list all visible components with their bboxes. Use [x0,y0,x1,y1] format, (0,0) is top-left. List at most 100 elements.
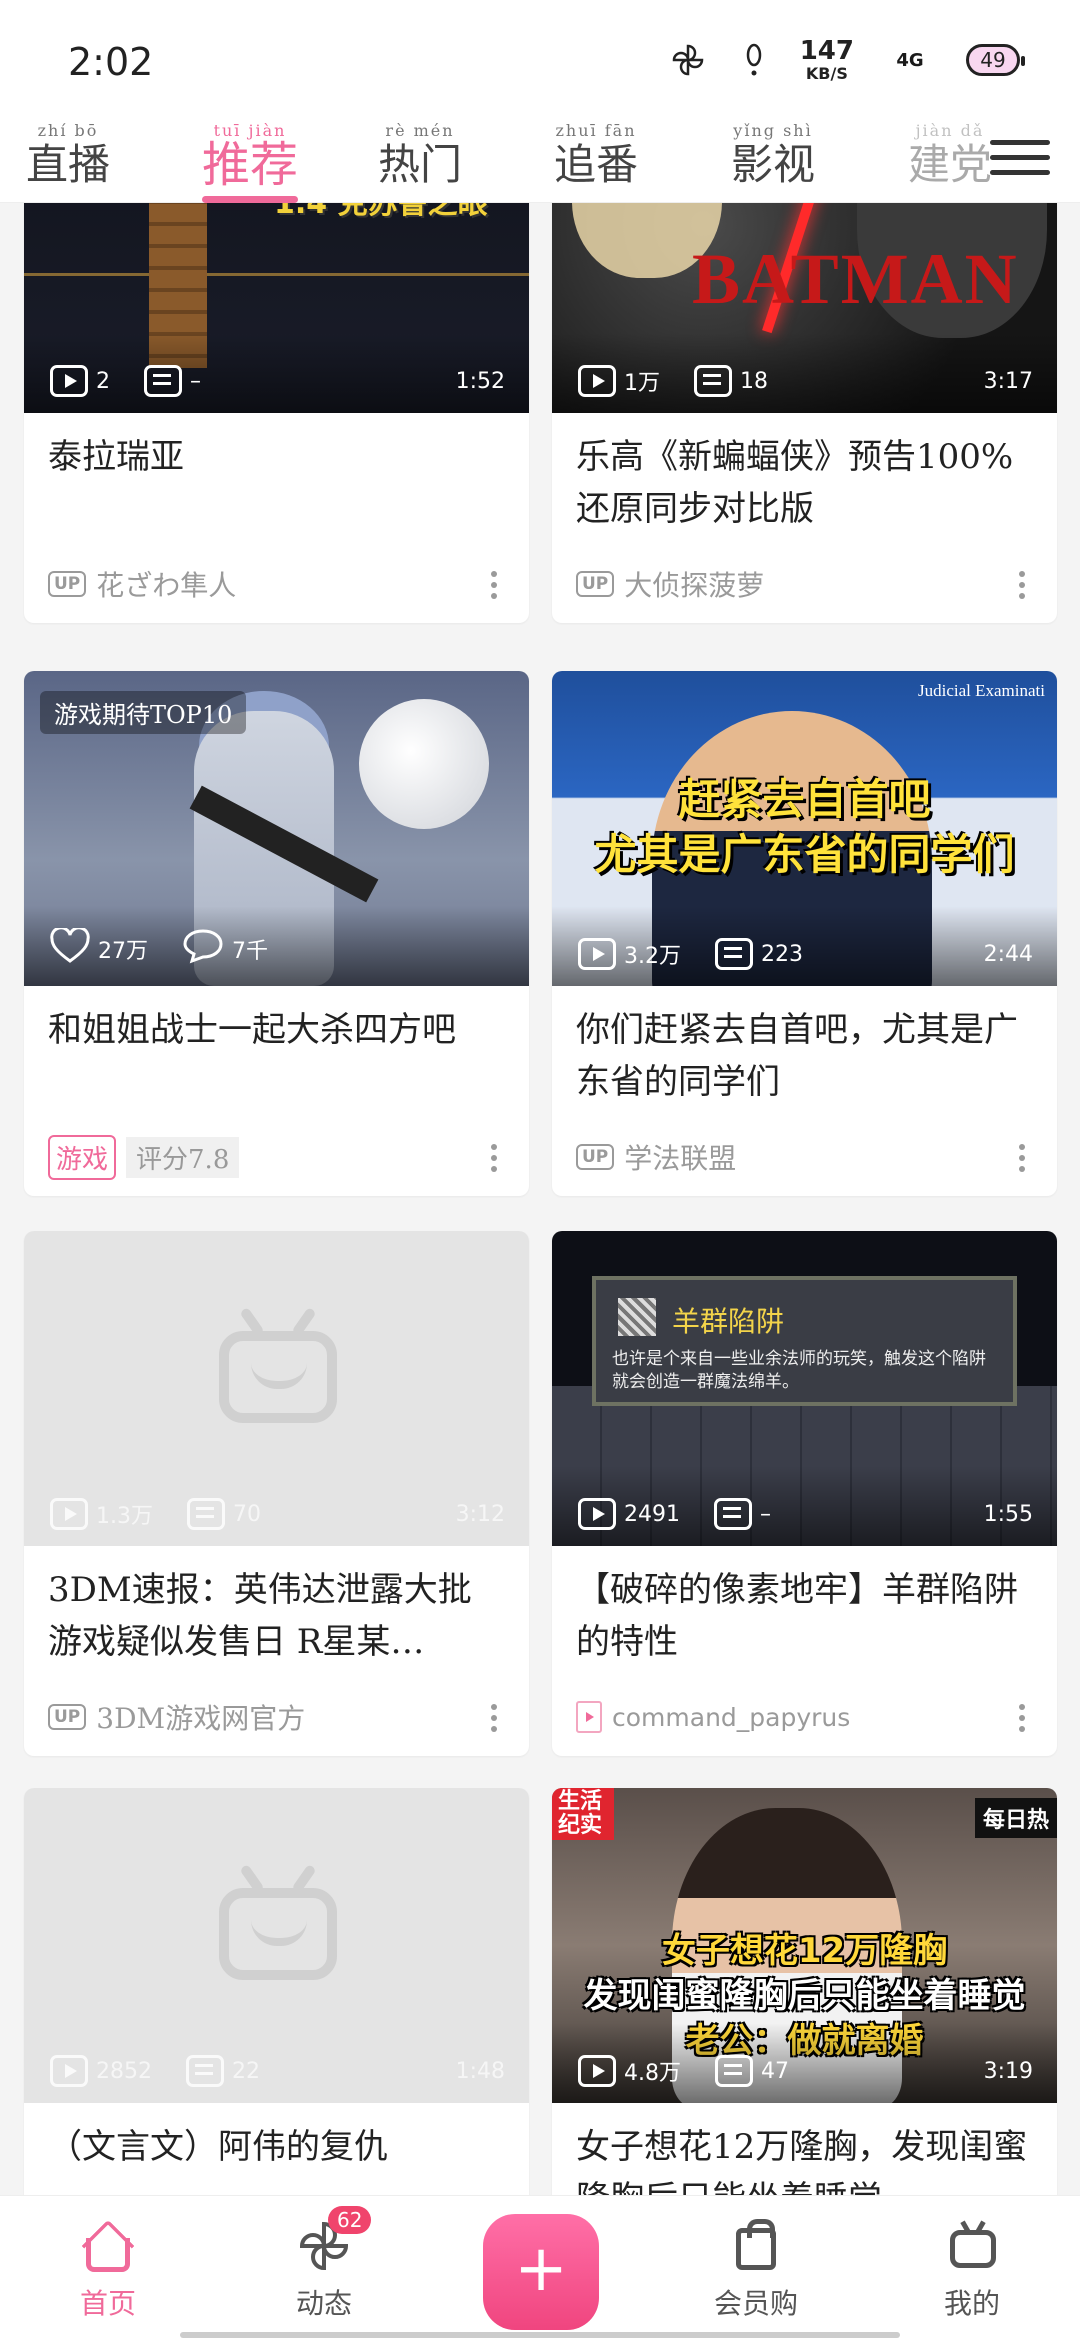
danmaku-icon [187,1498,225,1530]
daily-hot-badge: 每日热 [974,1798,1057,1838]
video-title[interactable]: 女子想花12万隆胸，发现闺蜜隆胸后只能坐着睡觉 [552,2103,1057,2195]
video-duration: 1:52 [455,368,505,394]
tab-label: 热门 [377,140,462,189]
video-card[interactable]: Judicial Examinati 赶紧去自首吧 尤其是广东省的同学们 3.2… [552,671,1057,1196]
video-card[interactable]: BATMAN 1万 18 3:17 乐高《新蝙蝠侠》预告100%还原同步对比版 … [552,203,1057,623]
tab-party[interactable]: jiàn dǎ 建党 [900,115,1000,203]
more-options-icon[interactable] [1019,571,1027,599]
play-count: 1万 [624,371,660,396]
signal-icon: 4G [880,40,940,80]
comment-icon [182,928,224,970]
video-title[interactable]: 乐高《新蝙蝠侠》预告100%还原同步对比版 [552,413,1057,545]
video-title[interactable]: 3DM速报：英伟达泄露大批游戏疑似发售日 R星某… [24,1546,529,1678]
menu-icon[interactable] [990,127,1050,187]
play-count: 4.8万 [624,2061,681,2086]
nav-dynamics[interactable]: 62 动态 [264,2206,384,2322]
up-badge: UP [576,571,615,597]
video-file-icon [576,1701,602,1733]
video-thumbnail[interactable]: 1.3万 70 3:12 [24,1231,529,1546]
play-count: 3.2万 [624,944,681,969]
uploader-name[interactable]: 大侦探菠萝 [624,564,764,604]
tab-pinyin: rè mén [385,121,455,140]
video-card[interactable]: 2852 22 1:48 （文言文）阿伟的复仇 [24,1788,529,2195]
danmaku-count: 47 [761,2058,789,2084]
video-duration: 3:19 [983,2058,1033,2084]
video-card[interactable]: 羊群陷阱 也许是个来自一些业余法师的玩笑，触发这个陷阱就会创造一群魔法绵羊。 2… [552,1231,1057,1756]
uploader-name[interactable]: 3DM游戏网官方 [96,1697,305,1737]
notification-badge: 62 [328,2206,372,2234]
tab-recommend[interactable]: tuī jiàn 推荐 [195,115,305,203]
speed-unit: KB/S [805,64,848,83]
play-count-icon [578,938,616,970]
video-duration: 3:17 [983,368,1033,394]
play-count-icon [50,365,88,397]
video-thumbnail[interactable]: 1.4 克苏鲁之眼 2 – 1:52 [24,203,529,413]
more-options-icon[interactable] [491,571,499,599]
video-duration: 1:48 [455,2058,505,2084]
video-duration: 1:55 [983,1501,1033,1527]
video-thumbnail[interactable]: 游戏期待TOP10 27万 7千 [24,671,529,986]
nav-home[interactable]: 首页 [48,2218,168,2322]
thumbnail-description: 也许是个来自一些业余法师的玩笑，触发这个陷阱就会创造一群魔法绵羊。 [612,1349,986,1392]
video-thumbnail[interactable]: 羊群陷阱 也许是个来自一些业余法师的玩笑，触发这个陷阱就会创造一群魔法绵羊。 2… [552,1231,1057,1546]
danmaku-count: 18 [740,368,768,394]
danmaku-icon [714,1498,752,1530]
video-title[interactable]: （文言文）阿伟的复仇 [24,2103,529,2195]
nav-label: 我的 [943,2287,1000,2320]
video-card[interactable]: 游戏期待TOP10 27万 7千 和姐姐战士一起大杀四方吧 游戏 评分7.8 [24,671,529,1196]
video-card[interactable]: 1.3万 70 3:12 3DM速报：英伟达泄露大批游戏疑似发售日 R星某… U… [24,1231,529,1756]
up-badge: UP [576,1144,615,1170]
tab-movies[interactable]: yǐng shì 影视 [723,115,823,203]
alert-icon [734,40,774,80]
thumbnail-text: 1.4 克苏鲁之眼 [274,203,488,221]
more-options-icon[interactable] [1019,1704,1027,1732]
more-options-icon[interactable] [491,1144,499,1172]
video-card[interactable]: 生活纪实 每日热 女子想花12万隆胸 发现闺蜜隆胸后只能坐着睡觉 老公：做就离婚… [552,1788,1057,2195]
ranking-tag: 游戏期待TOP10 [40,691,247,734]
danmaku-icon [715,938,753,970]
battery-icon: 49 [966,44,1025,76]
nav-vip-shop[interactable]: 会员购 [696,2218,816,2322]
network-type: 4G [896,49,924,71]
nav-profile[interactable]: 我的 [912,2218,1032,2322]
video-title[interactable]: 你们赶紧去自首吧，尤其是广东省的同学们 [552,986,1057,1118]
tv-icon [942,2218,1002,2274]
thumbnail-caption: 女子想花12万隆胸 [661,1931,948,1971]
home-indicator[interactable] [180,2332,900,2338]
nav-label: 首页 [79,2287,136,2320]
active-tab-indicator [202,196,298,203]
video-title[interactable]: 泰拉瑞亚 [24,413,529,545]
play-count-icon [50,2055,88,2087]
tab-pinyin: zhí bō [37,121,99,140]
home-icon [78,2218,138,2274]
more-options-icon[interactable] [1019,1144,1027,1172]
tab-anime[interactable]: zhuī fān 追番 [546,115,646,203]
video-thumbnail[interactable]: Judicial Examinati 赶紧去自首吧 尤其是广东省的同学们 3.2… [552,671,1057,986]
tab-label: 影视 [730,140,815,189]
video-thumbnail[interactable]: 生活纪实 每日热 女子想花12万隆胸 发现闺蜜隆胸后只能坐着睡觉 老公：做就离婚… [552,1788,1057,2103]
publish-button[interactable]: + [483,2214,599,2330]
video-title[interactable]: 【破碎的像素地牢】羊群陷阱的特性 [552,1546,1057,1678]
more-options-icon[interactable] [491,1704,499,1732]
status-icons: 147 KB/S 4G 49 [668,36,1025,83]
uploader-name[interactable]: 学法联盟 [624,1137,736,1177]
video-thumbnail[interactable]: 2852 22 1:48 [24,1788,529,2103]
tab-pinyin: yǐng shì [733,121,813,140]
uploader-name[interactable]: command_papyrus [612,1703,850,1732]
category-badge: 生活纪实 [552,1788,614,1840]
uploader-name[interactable]: 花ざわ隼人 [96,564,236,604]
sheep-trap-icon [618,1298,656,1336]
danmaku-icon [186,2055,224,2087]
video-feed[interactable]: 1.4 克苏鲁之眼 2 – 1:52 泰拉瑞亚 UP 花ざわ隼人 BATMAN … [0,203,1080,2195]
shopping-bag-icon [726,2218,786,2274]
video-title[interactable]: 和姐姐战士一起大杀四方吧 [24,986,529,1118]
tab-live[interactable]: zhí bō 直播 [18,115,118,203]
video-thumbnail[interactable]: BATMAN 1万 18 3:17 [552,203,1057,413]
speed-value: 147 [799,36,854,66]
video-card[interactable]: 1.4 克苏鲁之眼 2 – 1:52 泰拉瑞亚 UP 花ざわ隼人 [24,203,529,623]
video-duration: 3:12 [455,1501,505,1527]
play-count: 2491 [624,1501,680,1527]
tab-hot[interactable]: rè mén 热门 [370,115,470,203]
category-tag[interactable]: 游戏 [48,1134,117,1180]
play-count-icon [578,2055,616,2087]
